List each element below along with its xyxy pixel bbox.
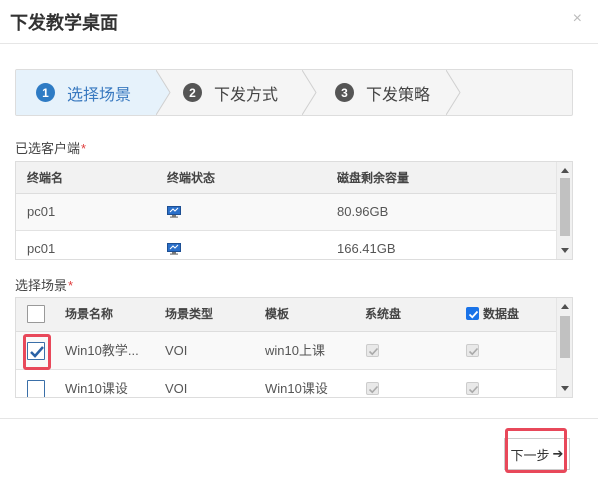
step-2-label: 下发方式	[214, 86, 279, 104]
scroll-up-icon[interactable]	[561, 304, 569, 309]
step-wizard: 1 选择场景 2 下发方式 3 下发策略	[15, 69, 573, 116]
clients-section-label: 已选客户端*	[15, 138, 86, 157]
step-3-number: 3	[335, 83, 354, 102]
disk-free: 80.96GB	[337, 204, 389, 219]
data-disk-checkbox	[466, 344, 479, 357]
select-all-checkbox[interactable]	[27, 305, 45, 323]
column-disk-free: 磁盘剩余容量	[337, 171, 410, 185]
step-1-number: 1	[36, 83, 55, 102]
column-template: 模板	[265, 307, 290, 321]
table-row[interactable]: Win10课设 VOI Win10课设	[16, 370, 557, 397]
clients-label-text: 已选客户端	[15, 141, 81, 156]
step-select-scene[interactable]: 1 选择场景	[16, 70, 156, 115]
step-1-label: 选择场景	[67, 86, 132, 104]
step-separator-icon	[446, 70, 461, 115]
clients-table-header: 终端名 终端状态 磁盘剩余容量	[16, 162, 557, 194]
step-2-number: 2	[183, 83, 202, 102]
system-disk-checkbox	[366, 382, 379, 395]
scene-template: win10上课	[265, 343, 325, 358]
scenes-table-header: 场景名称 场景类型 模板 系统盘 数据盘	[16, 298, 557, 332]
scroll-thumb[interactable]	[560, 178, 570, 236]
footer-divider	[0, 418, 598, 419]
data-disk-header-checkbox[interactable]	[466, 307, 479, 320]
scenes-label-text: 选择场景	[15, 278, 68, 293]
column-system-disk: 系统盘	[365, 307, 402, 321]
column-scene-type: 场景类型	[165, 307, 214, 321]
scenes-section-label: 选择场景*	[15, 275, 73, 294]
scene-select-checkbox[interactable]	[27, 380, 45, 397]
scene-select-checkbox[interactable]	[27, 342, 45, 360]
arrow-right-icon: ➔	[552, 446, 564, 461]
scroll-down-icon[interactable]	[561, 386, 569, 391]
disk-free: 166.41GB	[337, 241, 396, 256]
scroll-down-icon[interactable]	[561, 248, 569, 253]
required-marker: *	[81, 141, 87, 156]
table-row[interactable]: pc01 80.96GB	[16, 194, 557, 231]
scene-template: Win10课设	[265, 381, 328, 396]
terminal-name: pc01	[27, 241, 56, 256]
clients-table: 终端名 终端状态 磁盘剩余容量 pc01 80.96GB pc01 166.41…	[15, 161, 573, 260]
scene-type: VOI	[165, 381, 188, 396]
scenes-scrollbar[interactable]	[556, 298, 572, 397]
step-delivery-method[interactable]: 2 下发方式	[166, 70, 306, 115]
column-terminal-status: 终端状态	[167, 171, 216, 185]
next-button-label: 下一步	[510, 447, 550, 463]
terminal-name: pc01	[27, 204, 56, 219]
step-3-label: 下发策略	[366, 86, 431, 104]
system-disk-checkbox	[366, 344, 379, 357]
next-button[interactable]: 下一步 ➔	[504, 438, 570, 470]
table-row[interactable]: Win10教学... VOI win10上课	[16, 332, 557, 370]
scroll-thumb[interactable]	[560, 316, 570, 358]
column-terminal-name: 终端名	[27, 171, 64, 185]
scene-type: VOI	[165, 343, 188, 358]
required-marker: *	[68, 278, 74, 293]
table-row[interactable]: pc01 166.41GB	[16, 231, 557, 259]
close-icon[interactable]: ×	[573, 10, 582, 28]
step-delivery-strategy[interactable]: 3 下发策略	[312, 70, 452, 115]
column-scene-name: 场景名称	[65, 307, 114, 321]
data-disk-checkbox	[466, 382, 479, 395]
dialog-header: 下发教学桌面 ×	[0, 0, 598, 44]
column-data-disk: 数据盘	[483, 307, 520, 321]
monitor-online-icon	[167, 206, 181, 218]
scroll-up-icon[interactable]	[561, 168, 569, 173]
clients-scrollbar[interactable]	[556, 162, 572, 259]
scenes-table: 场景名称 场景类型 模板 系统盘 数据盘 Win10教学... VOI win1…	[15, 297, 573, 398]
scene-name: Win10课设	[65, 381, 128, 396]
monitor-online-icon	[167, 243, 181, 255]
scene-name: Win10教学...	[65, 343, 139, 358]
dialog-title: 下发教学桌面	[10, 13, 118, 33]
